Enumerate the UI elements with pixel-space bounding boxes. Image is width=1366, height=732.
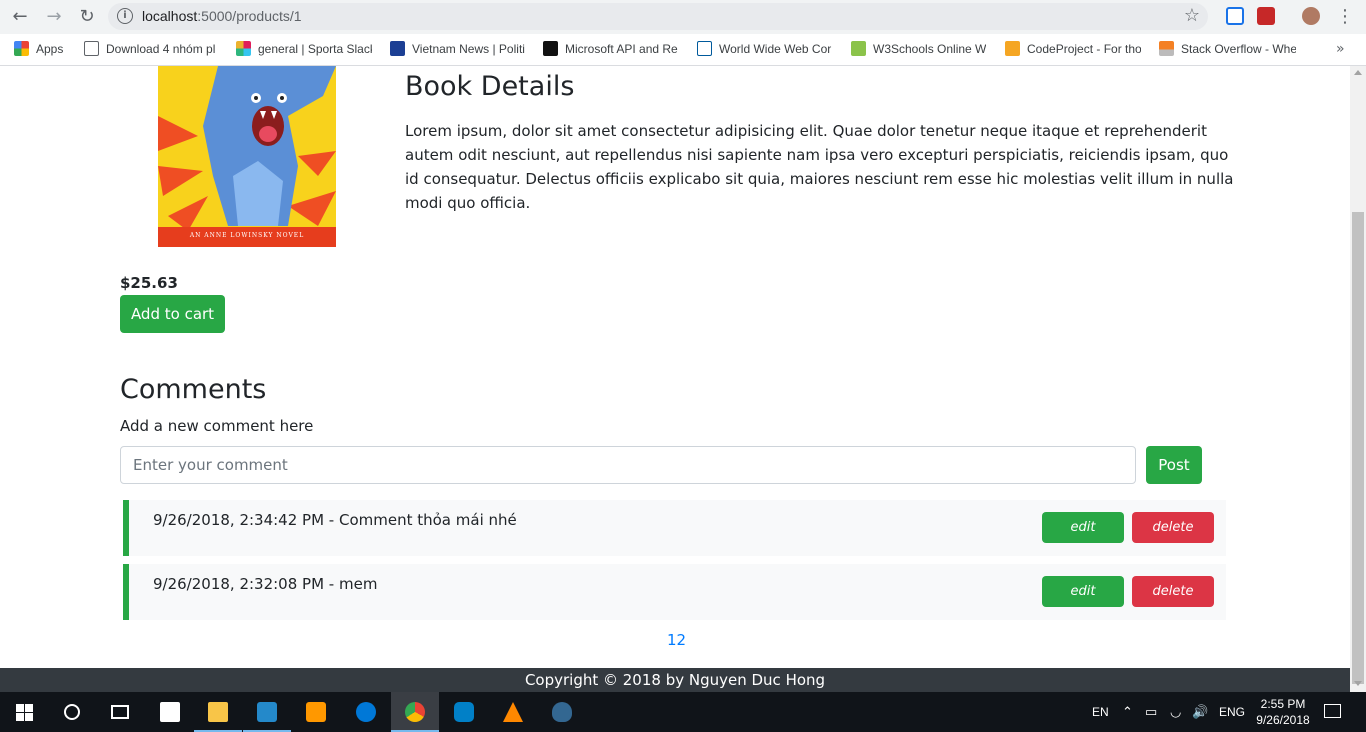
scroll-thumb[interactable] <box>1352 212 1364 684</box>
url-host: localhost <box>142 8 198 24</box>
scroll-up-arrow-icon[interactable] <box>1354 70 1362 75</box>
post-comment-button[interactable]: Post <box>1146 446 1202 484</box>
taskbar-store[interactable] <box>146 692 194 732</box>
cortana-circle-icon <box>64 704 80 720</box>
delete-comment-button[interactable]: delete <box>1132 512 1214 543</box>
taskbar-vscode[interactable] <box>243 692 291 732</box>
comment-item: 9/26/2018, 2:34:42 PM - Comment thỏa mái… <box>123 500 1226 556</box>
cover-illustration <box>158 66 336 247</box>
apps-grid-icon <box>14 41 29 56</box>
taskbar-zalo[interactable] <box>440 692 488 732</box>
more-bookmarks-icon[interactable]: » <box>1336 41 1345 57</box>
browser-toolbar: ← → ↻ i localhost:5000/products/1 ☆ ⋮ <box>0 0 1366 34</box>
address-bar[interactable]: i localhost:5000/products/1 ☆ <box>108 3 1208 30</box>
w3-icon <box>697 41 712 56</box>
forward-arrow-icon[interactable]: → <box>42 5 66 29</box>
volume-icon[interactable]: 🔊 <box>1192 692 1208 732</box>
page-link-2[interactable]: 2 <box>677 631 687 649</box>
codeproject-icon <box>1005 41 1020 56</box>
battery-icon[interactable]: ▭ <box>1145 692 1157 732</box>
clock-time: 2:55 PM <box>1260 697 1306 711</box>
taskbar-edge[interactable] <box>342 692 390 732</box>
delete-comment-button[interactable]: delete <box>1132 576 1214 607</box>
taskbar-sublime[interactable] <box>292 692 340 732</box>
bookmark-item[interactable]: general | Sporta Slack <box>236 41 372 59</box>
comment-text: 9/26/2018, 2:32:08 PM - mem <box>153 575 378 593</box>
windows-taskbar: EN ⌃ ▭ ◡ 🔊 ENG 2:55 PM 9/26/2018 <box>0 692 1366 732</box>
notification-box-shape <box>1324 704 1341 718</box>
edit-comment-button[interactable]: edit <box>1042 576 1124 607</box>
page-footer: Copyright © 2018 by Nguyen Duc Hong <box>0 668 1350 692</box>
bookmark-item[interactable]: Vietnam News | Politi <box>390 41 525 59</box>
menu-dots-icon[interactable]: ⋮ <box>1336 5 1354 29</box>
bookmark-item[interactable]: Download 4 nhóm pl <box>84 41 216 59</box>
comment-item: 9/26/2018, 2:32:08 PM - mem edit delete <box>123 564 1226 620</box>
scroll-down-arrow-icon[interactable] <box>1354 681 1362 686</box>
store-bag-icon <box>160 702 180 722</box>
comment-text: 9/26/2018, 2:34:42 PM - Comment thỏa mái… <box>153 511 517 529</box>
bookmark-item[interactable]: Stack Overflow - Whe <box>1159 41 1296 59</box>
edge-icon <box>356 702 376 722</box>
info-icon[interactable]: i <box>117 8 133 24</box>
url-path: :5000/products/1 <box>197 8 302 24</box>
edit-comment-button[interactable]: edit <box>1042 512 1124 543</box>
pagination: 12 <box>667 631 686 649</box>
action-center-icon[interactable] <box>1324 692 1342 732</box>
comment-input[interactable] <box>120 446 1136 484</box>
zalo-icon <box>454 702 474 722</box>
book-description: Lorem ipsum, dolor sit amet consectetur … <box>405 122 1234 212</box>
page-link-1[interactable]: 1 <box>667 631 677 649</box>
profile-avatar[interactable] <box>1302 7 1320 25</box>
page-icon <box>84 41 99 56</box>
chevron-up-icon[interactable]: ⌃ <box>1122 692 1133 732</box>
bookmark-item[interactable]: Microsoft API and Re <box>543 41 678 59</box>
bookmarks-bar: Apps Download 4 nhóm pl general | Sporta… <box>0 34 1366 66</box>
system-clock[interactable]: 2:55 PM 9/26/2018 <box>1250 696 1316 728</box>
folder-icon <box>208 702 228 722</box>
reload-icon[interactable]: ↻ <box>75 5 99 29</box>
bookmark-apps[interactable]: Apps <box>14 41 74 59</box>
bookmark-item[interactable]: CodeProject - For tho <box>1005 41 1141 59</box>
language-indicator[interactable]: ENG <box>1219 692 1245 732</box>
browser-chrome: ← → ↻ i localhost:5000/products/1 ☆ ⋮ Ap… <box>0 0 1366 66</box>
taskbar-vlc[interactable] <box>489 692 537 732</box>
vns-icon <box>390 41 405 56</box>
sublime-text-icon <box>306 702 326 722</box>
chrome-icon <box>405 702 425 722</box>
language-short[interactable]: EN <box>1092 692 1109 732</box>
stackoverflow-icon <box>1159 41 1174 56</box>
task-view-button[interactable] <box>96 692 144 732</box>
vlc-cone-icon <box>503 702 523 722</box>
m-icon <box>543 41 558 56</box>
w3schools-icon <box>851 41 866 56</box>
postgres-elephant-icon <box>552 702 572 722</box>
windows-logo-icon <box>16 704 33 721</box>
taskbar-pgadmin[interactable] <box>538 692 586 732</box>
back-arrow-icon[interactable]: ← <box>8 5 32 29</box>
vscode-icon <box>257 702 277 722</box>
add-to-cart-button[interactable]: Add to cart <box>120 295 225 333</box>
taskbar-file-explorer[interactable] <box>194 692 242 732</box>
comment-hint-label: Add a new comment here <box>120 417 314 435</box>
cover-caption: AN ANNE LOWINSKY NOVEL <box>189 232 305 239</box>
bookmark-star-icon[interactable]: ☆ <box>1184 5 1200 26</box>
clock-date: 9/26/2018 <box>1256 713 1310 727</box>
wifi-icon[interactable]: ◡ <box>1170 692 1181 732</box>
search-button[interactable] <box>48 692 96 732</box>
bookmark-item[interactable]: World Wide Web Cor <box>697 41 832 59</box>
pocket-extension-icon[interactable] <box>1226 7 1244 25</box>
page-viewport: AN ANNE LOWINSKY NOVEL Book Details Lore… <box>0 66 1350 668</box>
comments-heading: Comments <box>120 374 267 405</box>
slack-icon <box>236 41 251 56</box>
bookmark-item[interactable]: W3Schools Online W <box>851 41 986 59</box>
vertical-scrollbar[interactable] <box>1350 66 1366 692</box>
book-extension-icon[interactable] <box>1257 7 1275 25</box>
start-button[interactable] <box>0 692 48 732</box>
taskbar-chrome[interactable] <box>391 692 439 732</box>
book-price: $25.63 <box>120 274 178 292</box>
book-cover-image: AN ANNE LOWINSKY NOVEL <box>158 66 336 247</box>
task-view-icon <box>111 705 129 719</box>
url-text[interactable]: localhost:5000/products/1 <box>142 8 302 24</box>
page-title: Book Details <box>405 71 575 102</box>
